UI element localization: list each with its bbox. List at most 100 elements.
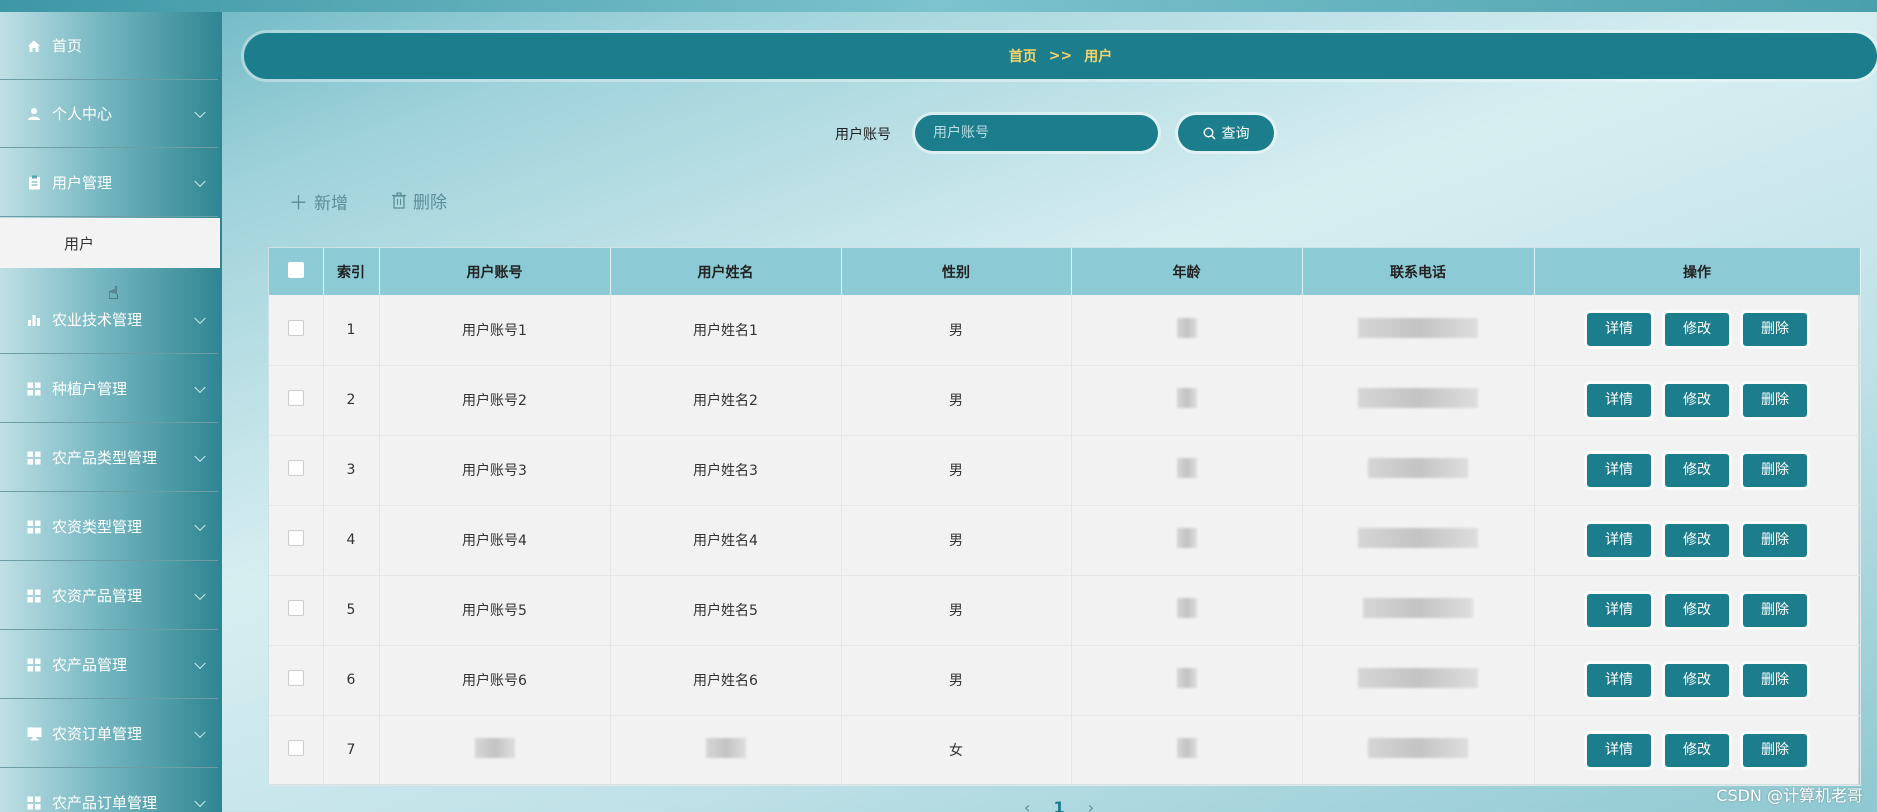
- select-all-checkbox[interactable]: [269, 248, 324, 295]
- cell-gender: 男: [841, 505, 1072, 575]
- prev-page-icon[interactable]: ‹: [1024, 798, 1030, 812]
- sidebar-item-7[interactable]: 农资产品管理: [0, 562, 218, 630]
- chevron-down-icon: [194, 450, 206, 462]
- header-actions: 操作: [1534, 248, 1861, 295]
- grid-icon: [26, 795, 42, 811]
- sidebar-item-label: 农产品类型管理: [52, 449, 158, 467]
- chevron-down-icon: [194, 312, 206, 324]
- sidebar-item-9[interactable]: 农资订单管理: [0, 700, 218, 768]
- sidebar-item-4[interactable]: 种植户管理: [0, 355, 218, 423]
- row-actions: 详情 修改 删除: [1534, 435, 1861, 505]
- grid-icon: [26, 657, 42, 673]
- cell-account: 用户账号3: [462, 463, 527, 479]
- row-actions: 详情 修改 删除: [1534, 365, 1861, 435]
- detail-button[interactable]: 详情: [1587, 523, 1651, 557]
- cell-index: 2: [323, 365, 380, 435]
- header-phone: 联系电话: [1302, 248, 1535, 295]
- add-button[interactable]: ＋ 新增: [289, 188, 348, 215]
- cell-index: 5: [323, 575, 380, 645]
- grid-icon: [26, 588, 42, 604]
- user-table: 索引 用户账号 用户姓名 性别 年龄 联系电话 操作 1 用户账号1 用户姓名1…: [268, 247, 1861, 785]
- search-button[interactable]: 查询: [1178, 115, 1274, 151]
- top-strip: [0, 0, 1877, 12]
- breadcrumb-current: 用户: [1084, 49, 1113, 65]
- detail-button[interactable]: 详情: [1587, 383, 1651, 417]
- cell-gender: 男: [841, 435, 1072, 505]
- blurred-age: [1176, 668, 1197, 688]
- batch-delete-button[interactable]: 删除: [391, 188, 447, 213]
- page-number[interactable]: 1: [1054, 798, 1065, 812]
- user-icon: [26, 106, 42, 122]
- row-delete-button[interactable]: 删除: [1743, 593, 1807, 627]
- search-input[interactable]: [915, 115, 1158, 151]
- detail-button[interactable]: 详情: [1587, 313, 1651, 347]
- sidebar-item-label: 农资类型管理: [52, 518, 143, 536]
- bar-chart-icon: [26, 312, 42, 328]
- detail-button[interactable]: 详情: [1587, 733, 1651, 767]
- row-delete-button[interactable]: 删除: [1743, 383, 1807, 417]
- sidebar-item-label: 种植户管理: [52, 380, 128, 398]
- home-icon: [26, 38, 42, 54]
- sidebar-item-label: 农业技术管理: [52, 311, 143, 329]
- sidebar-item-label: 农产品管理: [52, 656, 128, 674]
- row-delete-button[interactable]: 删除: [1743, 313, 1807, 347]
- sidebar-item-1[interactable]: 个人中心: [0, 80, 218, 148]
- table-row: 4 用户账号4 用户姓名4 男 详情 修改 删除: [269, 505, 1861, 575]
- row-delete-button[interactable]: 删除: [1743, 453, 1807, 487]
- detail-button[interactable]: 详情: [1587, 593, 1651, 627]
- row-checkbox[interactable]: [269, 365, 324, 435]
- row-checkbox[interactable]: [269, 435, 324, 505]
- sidebar-item-10[interactable]: 农产品订单管理: [0, 769, 218, 812]
- chevron-down-icon: [194, 795, 206, 807]
- edit-button[interactable]: 修改: [1665, 383, 1729, 417]
- row-checkbox[interactable]: [269, 505, 324, 575]
- next-page-icon[interactable]: ›: [1088, 798, 1094, 812]
- search-icon: [1202, 126, 1216, 140]
- sidebar-item-2[interactable]: 用户管理: [0, 149, 218, 217]
- blurred-age: [1176, 738, 1197, 758]
- table-row: 5 用户账号5 用户姓名5 男 详情 修改 删除: [269, 575, 1861, 645]
- row-checkbox[interactable]: [269, 575, 324, 645]
- row-checkbox[interactable]: [269, 645, 324, 715]
- row-delete-button[interactable]: 删除: [1743, 663, 1807, 697]
- edit-button[interactable]: 修改: [1665, 733, 1729, 767]
- search-button-label: 查询: [1221, 126, 1250, 142]
- chevron-down-icon: [194, 726, 206, 738]
- detail-button[interactable]: 详情: [1587, 663, 1651, 697]
- cell-name: 用户姓名3: [693, 463, 758, 479]
- edit-button[interactable]: 修改: [1665, 313, 1729, 347]
- cell-account: 用户账号2: [462, 393, 527, 409]
- row-delete-button[interactable]: 删除: [1743, 523, 1807, 557]
- grid-icon: [26, 450, 42, 466]
- table-row: 2 用户账号2 用户姓名2 男 详情 修改 删除: [269, 365, 1861, 435]
- edit-button[interactable]: 修改: [1665, 663, 1729, 697]
- edit-button[interactable]: 修改: [1665, 453, 1729, 487]
- search-label: 用户账号: [835, 127, 891, 143]
- hand-cursor-icon: ☝: [108, 283, 119, 304]
- blurred-phone: [1358, 668, 1478, 688]
- watermark: CSDN @计算机老哥: [1716, 786, 1863, 805]
- blurred-age: [1176, 598, 1197, 618]
- row-checkbox[interactable]: [269, 295, 324, 365]
- breadcrumb-home[interactable]: 首页: [1009, 46, 1037, 66]
- blurred-phone: [1358, 528, 1478, 548]
- chevron-down-icon: [194, 657, 206, 669]
- sidebar-item-5[interactable]: 农产品类型管理: [0, 424, 218, 492]
- detail-button[interactable]: 详情: [1587, 453, 1651, 487]
- sidebar-item-0[interactable]: 首页: [0, 12, 218, 80]
- breadcrumb: 首页 >> 用户: [244, 33, 1877, 79]
- edit-button[interactable]: 修改: [1665, 523, 1729, 557]
- cell-index: 1: [323, 295, 380, 365]
- cell-gender: 女: [841, 715, 1072, 785]
- cell-index: 7: [323, 715, 380, 785]
- table-row: 3 用户账号3 用户姓名3 男 详情 修改 删除: [269, 435, 1861, 505]
- row-delete-button[interactable]: 删除: [1743, 733, 1807, 767]
- sidebar-subitem-user[interactable]: 用户: [0, 218, 220, 268]
- header-age: 年龄: [1071, 248, 1303, 295]
- sidebar-item-6[interactable]: 农资类型管理: [0, 493, 218, 561]
- batch-delete-label: 删除: [413, 193, 447, 213]
- sidebar-item-8[interactable]: 农产品管理: [0, 631, 218, 699]
- row-checkbox[interactable]: [269, 715, 324, 785]
- edit-button[interactable]: 修改: [1665, 593, 1729, 627]
- table-row: 7 女 详情 修改 删除: [269, 715, 1861, 785]
